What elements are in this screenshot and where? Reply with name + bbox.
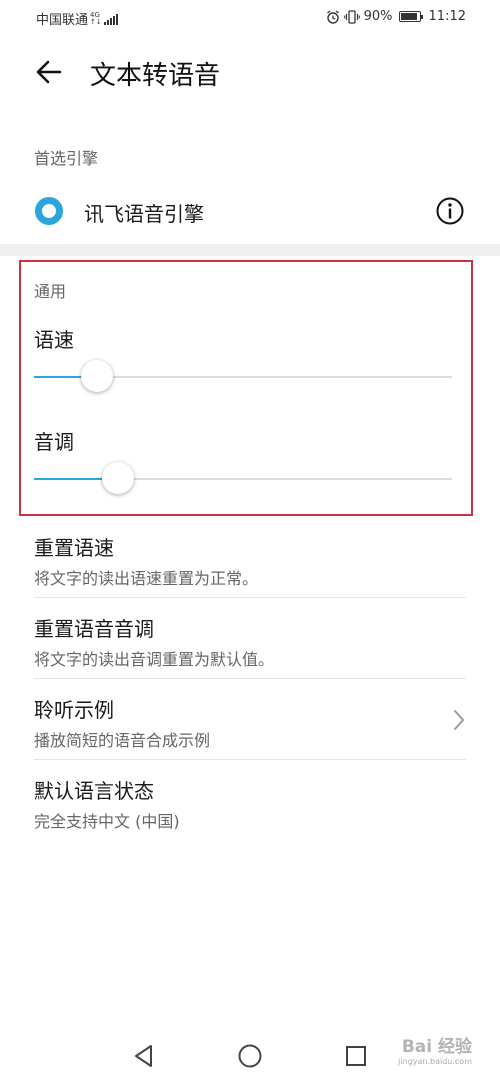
engine-name: 讯飞语音引擎 — [84, 202, 204, 226]
engine-option-row[interactable]: 讯飞语音引擎 — [0, 185, 500, 237]
clock: 11:12 — [428, 9, 466, 24]
signal-icon — [103, 13, 118, 25]
nav-back-button[interactable] — [130, 1042, 158, 1070]
speech-rate-slider[interactable] — [34, 359, 452, 395]
list-item-title: 重置语音音调 — [34, 617, 154, 641]
list-divider — [34, 597, 466, 598]
square-recents-icon — [346, 1046, 366, 1066]
speech-rate-label: 语速 — [34, 328, 74, 352]
battery-level — [400, 13, 417, 20]
slider-thumb[interactable] — [102, 462, 134, 494]
vibrate-icon — [343, 9, 360, 24]
list-item-subtitle: 将文字的读出语速重置为正常。 — [34, 569, 259, 588]
nav-home-button[interactable] — [236, 1042, 264, 1070]
status-left: 中国联通 4G ↑↓ — [36, 9, 118, 28]
circle-home-icon — [238, 1044, 262, 1068]
pitch-label: 音调 — [34, 430, 74, 454]
network-type: 4G ↑↓ — [90, 11, 102, 26]
battery-icon — [398, 11, 423, 22]
watermark-brand: Bai 经验 — [401, 1037, 472, 1057]
list-item-subtitle: 播放简短的语音合成示例 — [34, 731, 211, 750]
carrier-name: 中国联通 — [36, 13, 89, 28]
back-button[interactable] — [30, 52, 70, 92]
watermark-url: jingyan.baidu.com — [398, 1057, 472, 1066]
preferred-engine-section-label: 首选引擎 — [34, 149, 99, 168]
list-item-title: 聆听示例 — [34, 698, 114, 722]
alarm-icon — [326, 9, 339, 24]
info-circle-icon — [436, 197, 464, 225]
page-title: 文本转语音 — [90, 61, 221, 91]
nav-recents-button[interactable] — [342, 1042, 370, 1070]
reset-pitch-item[interactable]: 重置语音音调 将文字的读出音调重置为默认值。 — [0, 599, 500, 679]
section-divider — [0, 244, 500, 256]
list-item-title: 默认语言状态 — [34, 779, 154, 803]
list-item-subtitle: 将文字的读出音调重置为默认值。 — [34, 650, 275, 669]
list-divider — [34, 678, 466, 679]
status-right: 90% 11:12 — [326, 9, 466, 24]
reset-speech-rate-item[interactable]: 重置语速 将文字的读出语速重置为正常。 — [0, 518, 500, 598]
triangle-back-icon — [135, 1045, 152, 1067]
pitch-slider[interactable] — [34, 461, 452, 497]
general-section-label: 通用 — [34, 282, 67, 301]
arrow-left-icon — [36, 60, 62, 84]
list-item-subtitle: 完全支持中文 (中国) — [34, 812, 180, 831]
battery-percent: 90% — [363, 9, 393, 24]
engine-radio-button[interactable] — [35, 197, 63, 225]
engine-info-button[interactable] — [435, 196, 465, 226]
list-item-title: 重置语速 — [34, 536, 114, 560]
default-language-status-item[interactable]: 默认语言状态 完全支持中文 (中国) — [0, 761, 500, 841]
chevron-right-icon — [454, 710, 464, 730]
listen-example-item[interactable]: 聆听示例 播放简短的语音合成示例 — [0, 680, 500, 760]
network-activity: ↑↓ — [90, 17, 102, 26]
baidu-watermark: Bai 经验 jingyan.baidu.com — [398, 1032, 472, 1066]
slider-thumb[interactable] — [81, 360, 113, 392]
status-bar: 中国联通 4G ↑↓ 90% 11:12 — [0, 0, 500, 36]
list-divider — [34, 759, 466, 760]
